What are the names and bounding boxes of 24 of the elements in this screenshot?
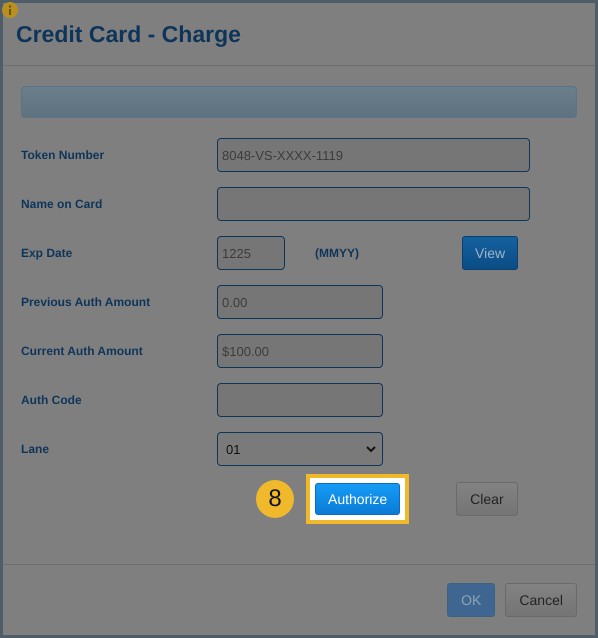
field-label: Lane (21, 442, 50, 456)
input-field[interactable]: 0.00 (217, 285, 383, 319)
field-label: Previous Auth Amount (21, 295, 152, 309)
field-label: Exp Date (21, 246, 74, 260)
ok-button[interactable]: OK (447, 583, 496, 617)
step-badge: 8 (256, 480, 294, 518)
cancel-button[interactable]: Cancel (505, 583, 577, 617)
view-button[interactable]: View (462, 236, 518, 270)
lane-select[interactable]: 01 (217, 432, 383, 466)
info-icon (1, 1, 19, 19)
field-label: Token Number (21, 148, 106, 162)
dialog-title: Credit Card - Charge (16, 21, 242, 48)
input-field[interactable]: $100.00 (217, 334, 383, 368)
field-label: Name on Card (21, 197, 104, 211)
authorize-button[interactable]: Authorize (315, 483, 400, 515)
input-field[interactable]: 8048-VS-XXXX-1119 (217, 138, 530, 172)
input-field[interactable] (217, 187, 530, 221)
input-field[interactable] (217, 383, 383, 417)
input-field[interactable]: 1225 (217, 236, 285, 270)
format-hint: (MMYY) (315, 246, 360, 260)
chevron-down-icon (366, 446, 376, 452)
field-label: Current Auth Amount (21, 344, 144, 358)
field-label: Auth Code (21, 393, 83, 407)
clear-button[interactable]: Clear (456, 482, 518, 516)
